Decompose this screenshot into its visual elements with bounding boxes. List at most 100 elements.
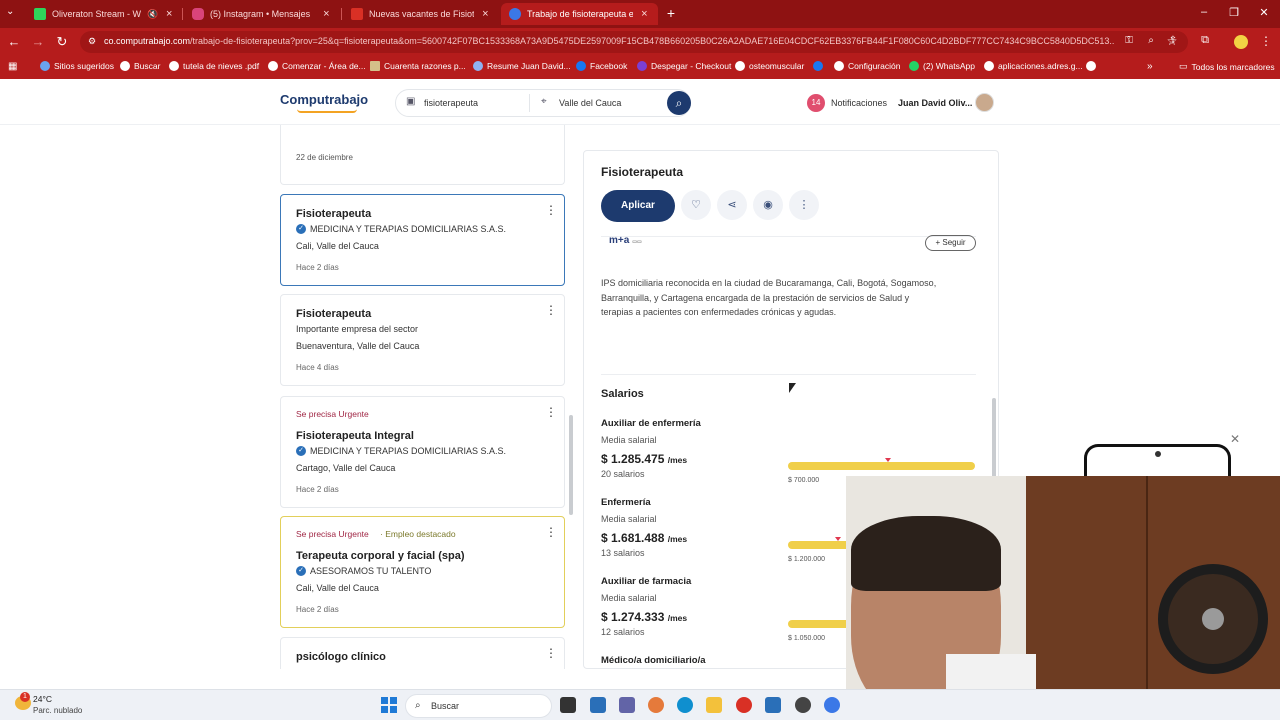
- salary-role[interactable]: Médico/a domiciliario/a: [601, 655, 706, 666]
- close-icon[interactable]: ×: [321, 8, 332, 20]
- bookmark-item[interactable]: Buscar: [120, 61, 160, 71]
- company-name[interactable]: ✓ ASESORAMOS TU TALENTO: [296, 566, 431, 576]
- edge-icon[interactable]: [677, 697, 693, 713]
- restore-icon[interactable]: ❐: [1227, 6, 1241, 19]
- bookmark-item[interactable]: aplicaciones.adres.g...: [984, 61, 1083, 71]
- salary-role[interactable]: Auxiliar de enfermería: [601, 418, 701, 429]
- zoom-icon[interactable]: ⌕: [1144, 35, 1158, 46]
- address-bar[interactable]: ⚙ co.computrabajo.com/trabajo-de-fisiote…: [80, 31, 1188, 53]
- favorite-heart-icon[interactable]: ♡: [681, 190, 711, 220]
- bookmark-item[interactable]: [1086, 61, 1096, 71]
- site-info-icon[interactable]: ⚙: [88, 36, 100, 48]
- job-card-selected[interactable]: ⋮ Fisioterapeuta ✓ MEDICINA Y TERAPIAS DO…: [280, 194, 565, 286]
- computrabajo-logo[interactable]: Computrabajo: [280, 92, 368, 107]
- company-logo[interactable]: m+a ▭▭: [609, 235, 665, 251]
- job-title[interactable]: Fisioterapeuta: [296, 208, 371, 220]
- bookmark-item[interactable]: Facebook: [576, 61, 627, 71]
- job-title[interactable]: Fisioterapeuta: [296, 308, 371, 320]
- more-options-icon[interactable]: ⋮: [789, 190, 819, 220]
- salary-role[interactable]: Enfermería: [601, 497, 651, 508]
- tab-gmail[interactable]: Nuevas vacantes de Fisioterape ×: [343, 3, 499, 25]
- weather-description[interactable]: Parc. nublado: [33, 706, 82, 715]
- close-icon[interactable]: ×: [164, 8, 174, 20]
- app-icon[interactable]: [795, 697, 811, 713]
- task-view-icon[interactable]: [560, 697, 576, 713]
- url-text[interactable]: co.computrabajo.com/trabajo-de-fisiotera…: [104, 36, 1114, 46]
- avatar[interactable]: [975, 93, 994, 112]
- app-icon[interactable]: [765, 697, 781, 713]
- more-options-icon[interactable]: ⋮: [545, 525, 557, 539]
- bookmark-item[interactable]: Sitios sugeridos: [40, 61, 114, 71]
- bookmark-item[interactable]: Despegar - Checkout: [637, 61, 731, 71]
- location-input[interactable]: Valle del Cauca: [559, 98, 621, 108]
- bookmark-item[interactable]: (2) WhatsApp: [909, 61, 975, 71]
- user-menu[interactable]: Juan David Oliv...: [898, 98, 972, 108]
- featured-tag: · Empleo destacado: [380, 529, 456, 539]
- bookmark-item[interactable]: Resume Juan David...: [473, 61, 571, 71]
- mute-icon[interactable]: 🔇: [147, 9, 158, 20]
- more-options-icon[interactable]: ⋮: [545, 646, 557, 660]
- more-options-icon[interactable]: ⋮: [545, 405, 557, 419]
- apply-button[interactable]: Aplicar: [601, 190, 675, 222]
- all-bookmarks-folder[interactable]: ▭ Todos los marcadores: [1179, 61, 1275, 72]
- minimize-icon[interactable]: –: [1197, 6, 1211, 18]
- bookmark-item[interactable]: Comenzar - Área de...: [268, 61, 366, 71]
- keyword-input[interactable]: fisioterapeuta: [424, 98, 478, 108]
- taskbar-search[interactable]: ⌕ Buscar: [405, 694, 552, 718]
- bookmark-item[interactable]: [813, 61, 827, 71]
- list-scrollbar[interactable]: [569, 415, 573, 515]
- profile-avatar[interactable]: [1234, 35, 1248, 49]
- more-bookmarks-icon[interactable]: »: [1147, 61, 1153, 72]
- window-close-icon[interactable]: ✕: [1257, 6, 1271, 19]
- bookmark-item[interactable]: Cuarenta razones p...: [370, 61, 466, 71]
- search-button[interactable]: ⌕: [667, 91, 691, 115]
- more-options-icon[interactable]: ⋮: [545, 303, 557, 317]
- job-card[interactable]: 22 de diciembre: [280, 125, 565, 185]
- apps-grid-icon[interactable]: ▦: [8, 61, 17, 72]
- salary-average-marker: [835, 537, 841, 541]
- bookmark-star-icon[interactable]: ☆: [1164, 34, 1180, 48]
- hide-eye-icon[interactable]: ◉: [753, 190, 783, 220]
- forward-icon[interactable]: →: [30, 34, 46, 49]
- follow-button[interactable]: + Seguir: [925, 235, 976, 251]
- notification-count-badge[interactable]: 14: [807, 94, 825, 112]
- bookmark-item[interactable]: Configuración: [834, 61, 900, 71]
- job-title[interactable]: psicólogo clínico: [296, 651, 386, 663]
- share-icon[interactable]: ⋖: [717, 190, 747, 220]
- company-name[interactable]: ✓ MEDICINA Y TERAPIAS DOMICILIARIAS S.A.S…: [296, 224, 506, 234]
- close-icon[interactable]: ×: [480, 8, 491, 20]
- new-tab-icon[interactable]: +: [664, 5, 678, 21]
- browser-menu-icon[interactable]: ⋮: [1260, 34, 1272, 48]
- reload-icon[interactable]: ↻: [54, 34, 70, 50]
- chrome-active-icon[interactable]: [824, 697, 840, 713]
- weather-temperature[interactable]: 24°C: [33, 694, 52, 704]
- teams-icon[interactable]: [619, 697, 635, 713]
- job-card[interactable]: ⋮ Se precisa Urgente Fisioterapeuta Inte…: [280, 396, 565, 508]
- company-description: IPS domiciliaria reconocida en la ciudad…: [601, 278, 937, 317]
- copilot-icon[interactable]: [648, 697, 664, 713]
- notifications-link[interactable]: Notificaciones: [831, 98, 887, 108]
- bookmark-item[interactable]: tutela de nieves .pdf: [169, 61, 259, 71]
- windows-start-icon[interactable]: [381, 697, 397, 713]
- company-name[interactable]: ✓ MEDICINA Y TERAPIAS DOMICILIARIAS S.A.S…: [296, 446, 506, 456]
- job-card-featured[interactable]: ⋮ Se precisa Urgente · Empleo destacado …: [280, 516, 565, 628]
- job-card[interactable]: ⋮ psicólogo clínico: [280, 637, 565, 669]
- tab-computrabajo[interactable]: Trabajo de fisioterapeuta en Va ×: [501, 3, 658, 25]
- bookmark-item[interactable]: osteomuscular: [735, 61, 804, 71]
- back-icon[interactable]: ←: [6, 34, 22, 49]
- file-explorer-icon[interactable]: [706, 697, 722, 713]
- tab-oliveraton[interactable]: Oliveraton Stream - Watch 🔇 ×: [26, 3, 182, 25]
- job-card[interactable]: ⋮ Fisioterapeuta Importante empresa del …: [280, 294, 565, 386]
- job-title[interactable]: Terapeuta corporal y facial (spa): [296, 550, 465, 562]
- store-icon[interactable]: [590, 697, 606, 713]
- extensions-icon[interactable]: ⧉: [1197, 34, 1213, 47]
- salary-role[interactable]: Auxiliar de farmacia: [601, 576, 691, 587]
- more-options-icon[interactable]: ⋮: [545, 203, 557, 217]
- password-key-icon[interactable]: ⚿: [1122, 35, 1136, 46]
- chrome-icon[interactable]: [736, 697, 752, 713]
- job-title[interactable]: Fisioterapeuta Integral: [296, 430, 414, 442]
- tab-search-icon[interactable]: ⌄: [6, 6, 14, 17]
- tab-instagram[interactable]: (5) Instagram • Mensajes ×: [184, 3, 340, 25]
- close-icon[interactable]: ×: [639, 8, 650, 20]
- close-icon[interactable]: ✕: [1230, 432, 1240, 446]
